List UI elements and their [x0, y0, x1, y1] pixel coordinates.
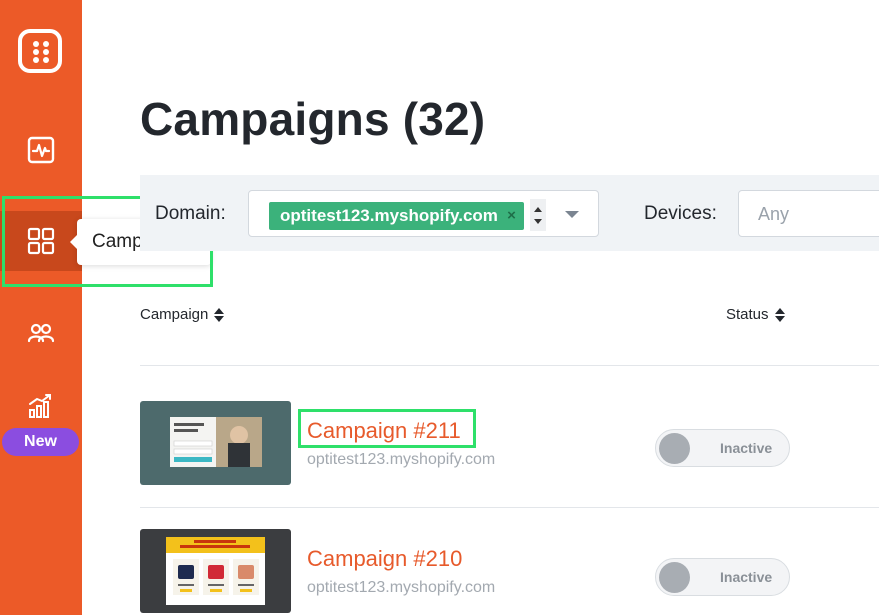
chevron-down-icon[interactable] [534, 219, 542, 224]
bar-chart-icon [29, 394, 51, 418]
domain-select[interactable]: optitest123.myshopify.com × [248, 190, 599, 237]
devices-label: Devices: [644, 203, 717, 224]
status-toggle[interactable]: Inactive [655, 429, 790, 467]
analytics-icon [27, 136, 55, 164]
domain-tag-label: optitest123.myshopify.com [280, 206, 498, 225]
sidebar-item-analytics[interactable] [0, 120, 82, 180]
campaign-thumbnail[interactable] [140, 401, 291, 485]
domain-tag: optitest123.myshopify.com × [269, 202, 524, 230]
campaign-link[interactable]: Campaign #210 [307, 546, 462, 572]
domain-label: Domain: [155, 203, 226, 224]
logo-icon[interactable] [18, 29, 62, 73]
close-icon[interactable]: × [507, 207, 516, 224]
sidebar-item-reports[interactable] [0, 376, 82, 436]
toggle-knob [659, 433, 690, 464]
users-icon [27, 323, 55, 343]
status-column-header[interactable]: Status [726, 306, 785, 323]
campaign-highlight [298, 409, 476, 448]
toggle-knob [659, 562, 690, 593]
domain-spinner[interactable] [530, 199, 546, 231]
campaign-header-label: Campaign [140, 306, 209, 323]
status-header-label: Status [726, 306, 769, 323]
campaign-column-header[interactable]: Campaign [140, 306, 225, 323]
row-divider [140, 507, 879, 508]
header-divider [140, 365, 879, 366]
sort-icon [214, 307, 225, 322]
chevron-up-icon[interactable] [534, 207, 542, 212]
devices-select[interactable]: Any [738, 190, 879, 237]
filter-bar: Domain: optitest123.myshopify.com × Devi… [140, 175, 879, 251]
new-badge: New [2, 428, 79, 456]
campaign-thumbnail[interactable] [140, 529, 291, 613]
sort-icon [774, 307, 785, 322]
popup-preview-image [166, 537, 265, 605]
dropdown-caret-icon[interactable] [565, 211, 579, 218]
sidebar: New [0, 0, 82, 615]
popup-preview-image [170, 417, 262, 467]
campaign-domain: optitest123.myshopify.com [307, 451, 496, 468]
status-label: Inactive [720, 440, 773, 456]
status-toggle[interactable]: Inactive [655, 558, 790, 596]
campaign-domain: optitest123.myshopify.com [307, 579, 496, 596]
status-label: Inactive [720, 569, 773, 585]
sidebar-item-users[interactable] [0, 303, 82, 363]
page-title: Campaigns (32) [140, 93, 486, 145]
